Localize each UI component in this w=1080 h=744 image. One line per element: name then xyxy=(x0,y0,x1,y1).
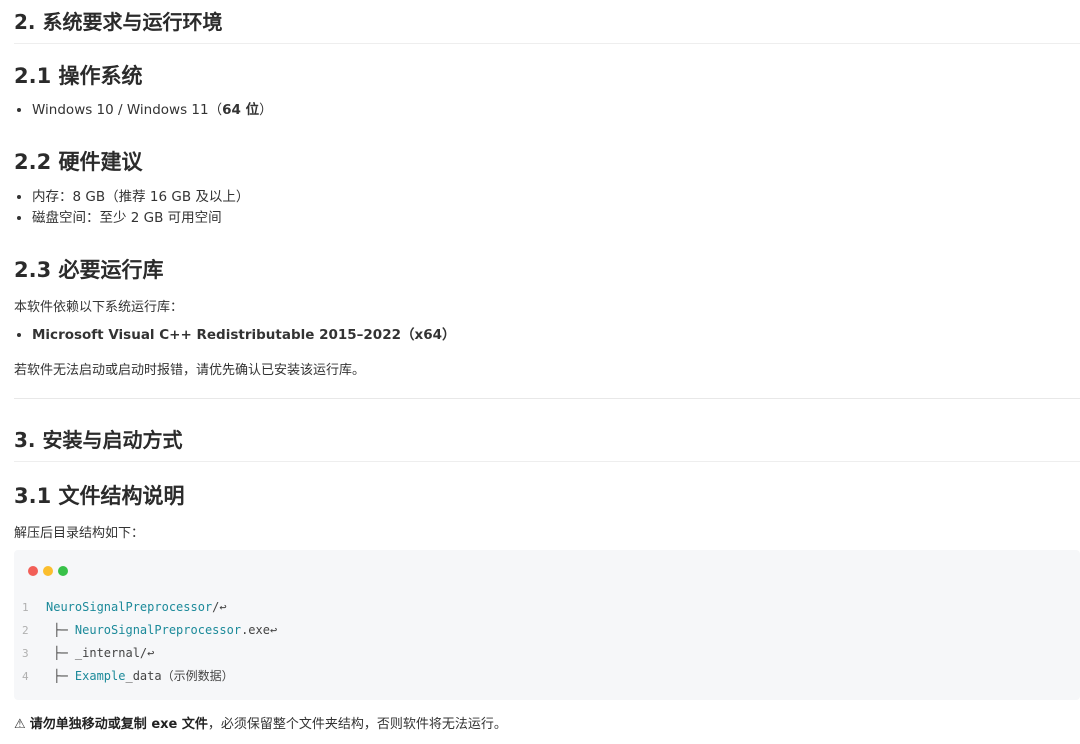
code-line: 2 ├─ NeuroSignalPreprocessor.exe↩ xyxy=(22,623,278,637)
hardware-list: 内存：8 GB（推荐 16 GB 及以上） 磁盘空间：至少 2 GB 可用空间 xyxy=(14,187,249,229)
runtime-note: 若软件无法启动或启动时报错，请优先确认已安装该运行库。 xyxy=(14,363,366,378)
close-dot-icon xyxy=(28,566,38,576)
code-line: 3 ├─ _internal/↩ xyxy=(22,646,155,660)
runtime-intro: 本软件依赖以下系统运行库： xyxy=(14,300,184,315)
list-item: 磁盘空间：至少 2 GB 可用空间 xyxy=(32,208,249,229)
divider xyxy=(14,398,1080,399)
hardware-heading: 2.2 硬件建议 xyxy=(14,150,143,174)
structure-heading: 3.1 文件结构说明 xyxy=(14,484,185,508)
runtime-list: Microsoft Visual C++ Redistributable 201… xyxy=(14,325,455,346)
os-list: Windows 10 / Windows 11（64 位） xyxy=(14,100,273,121)
os-heading: 2.1 操作系统 xyxy=(14,64,143,88)
runtime-heading: 2.3 必要运行库 xyxy=(14,258,164,282)
code-content: 1 NeuroSignalPreprocessor/↩ 2 ├─ NeuroSig… xyxy=(14,596,1080,688)
minimize-dot-icon xyxy=(43,566,53,576)
warning-icon: ⚠ xyxy=(14,717,26,732)
structure-intro: 解压后目录结构如下： xyxy=(14,526,145,541)
section-2-heading: 2. 系统要求与运行环境 xyxy=(14,6,1080,44)
maximize-dot-icon xyxy=(58,566,68,576)
list-item: Microsoft Visual C++ Redistributable 201… xyxy=(32,325,455,346)
window-dots xyxy=(28,561,73,580)
code-block: 1 NeuroSignalPreprocessor/↩ 2 ├─ NeuroSig… xyxy=(14,550,1080,700)
code-line: 1 NeuroSignalPreprocessor/↩ xyxy=(22,600,227,614)
list-item: Windows 10 / Windows 11（64 位） xyxy=(32,100,273,121)
list-item: 内存：8 GB（推荐 16 GB 及以上） xyxy=(32,187,249,208)
code-line: 4 ├─ Example_data（示例数据） xyxy=(22,669,234,683)
section-3-heading: 3. 安装与启动方式 xyxy=(14,424,1080,462)
warning-note: ⚠ 请勿单独移动或复制 exe 文件，必须保留整个文件夹结构，否则软件将无法运行… xyxy=(14,717,507,732)
